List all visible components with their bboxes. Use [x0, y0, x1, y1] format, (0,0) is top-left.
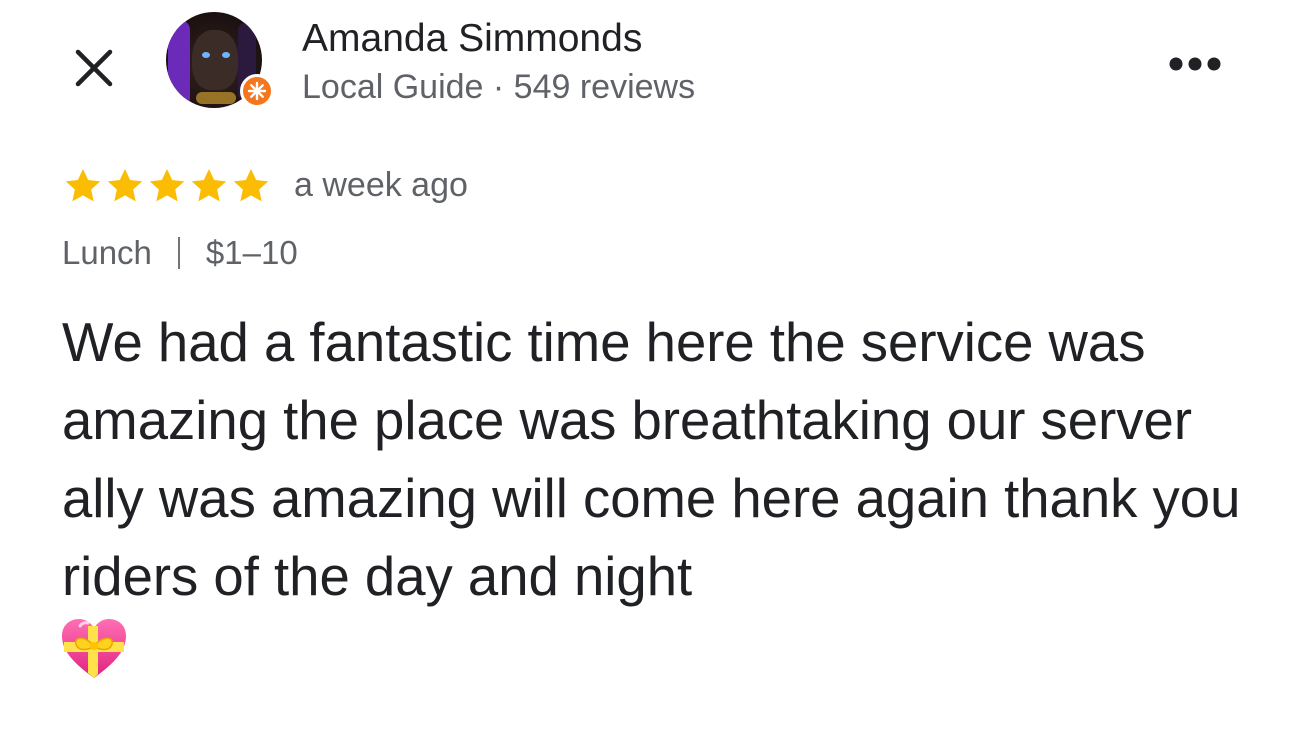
review-time: a week ago: [294, 166, 468, 204]
star-icon: [233, 169, 269, 202]
local-guide-star-icon: [247, 81, 267, 101]
reviewer-meta: Local Guide · 549 reviews: [302, 68, 696, 106]
meal-price-row: Lunch $1–10: [62, 232, 298, 274]
separator: [177, 237, 180, 269]
close-button[interactable]: [66, 40, 122, 96]
reviewer-avatar-container[interactable]: [166, 12, 276, 112]
reviewer-name[interactable]: Amanda Simmonds: [302, 16, 642, 62]
close-icon: [75, 49, 113, 87]
price-range: $1–10: [205, 234, 298, 271]
meal-type: Lunch: [62, 234, 152, 271]
star-icon: [65, 169, 101, 202]
heart-with-ribbon-icon: [60, 616, 128, 684]
more-horizontal-icon: [1169, 57, 1221, 71]
star-rating: [62, 166, 272, 206]
star-icon: [149, 169, 185, 202]
star-icon: [191, 169, 227, 202]
more-options-button[interactable]: [1162, 44, 1228, 84]
review-text: We had a fantastic time here the service…: [62, 312, 1241, 607]
star-icon: [107, 169, 143, 202]
local-guide-badge: [240, 74, 274, 108]
